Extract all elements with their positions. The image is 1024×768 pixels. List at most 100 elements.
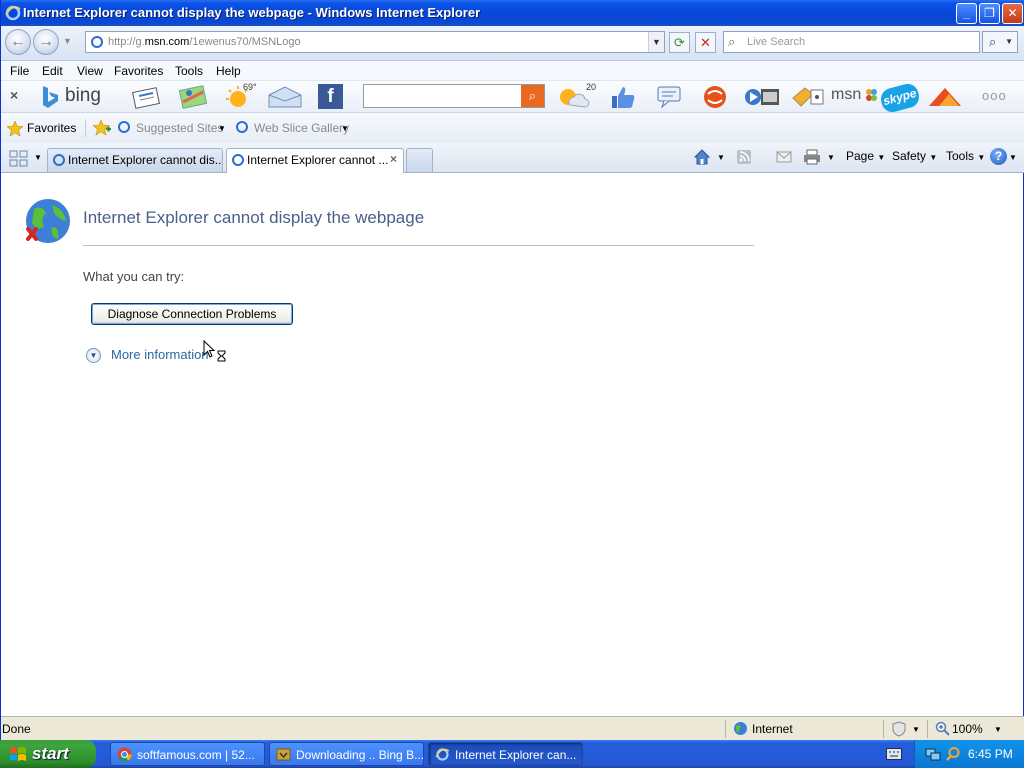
- forward-button[interactable]: →: [33, 29, 59, 55]
- close-toolbar-icon[interactable]: ×: [10, 87, 18, 103]
- games-icon[interactable]: [925, 84, 965, 110]
- title-bar[interactable]: Internet Explorer cannot display the web…: [1, 0, 1024, 26]
- back-button[interactable]: ←: [5, 29, 31, 55]
- menu-tools[interactable]: Tools: [175, 64, 203, 78]
- internet-zone-icon: [734, 722, 747, 735]
- facebook-icon[interactable]: f: [318, 84, 343, 109]
- menu-help[interactable]: Help: [216, 64, 241, 78]
- like-thumb-icon[interactable]: [607, 84, 639, 110]
- close-tab-icon[interactable]: ×: [390, 152, 397, 166]
- feeds-icon[interactable]: [736, 149, 752, 165]
- status-bar: Done Internet ▼ 100% ▼: [1, 716, 1024, 740]
- zoom-dropdown-icon[interactable]: ▼: [994, 725, 1002, 734]
- shopping-icon[interactable]: [789, 84, 827, 110]
- favorites-bar: Favorites Suggested Sites ▼ Web Slice Ga…: [1, 113, 1024, 143]
- news-icon[interactable]: [131, 84, 163, 110]
- address-field[interactable]: http://g.msn.com/1ewenus70/MSNLogo ▼: [85, 31, 665, 53]
- refresh-icon[interactable]: ⟳: [669, 32, 690, 53]
- bing-logo[interactable]: bing: [41, 84, 107, 110]
- chat-bubbles-icon[interactable]: [655, 85, 685, 109]
- tray-search-icon[interactable]: [945, 746, 961, 762]
- more-information-link[interactable]: More information: [111, 347, 209, 362]
- taskbar-item-label: Internet Explorer can...: [455, 748, 577, 762]
- status-text: Done: [2, 722, 31, 736]
- search-input[interactable]: ⌕ Live Search: [723, 31, 980, 53]
- favbar-divider: [85, 119, 86, 137]
- tab-1-label: Internet Explorer cannot dis...: [68, 153, 223, 167]
- search-options-dropdown-icon[interactable]: ▼: [1005, 32, 1013, 52]
- taskbar-item-downloading[interactable]: Downloading .. Bing B...: [269, 742, 424, 766]
- print-dropdown-icon[interactable]: ▼: [827, 153, 835, 162]
- web-slice-dropdown-icon[interactable]: ▼: [341, 124, 349, 133]
- tab-ie-icon: [53, 154, 65, 166]
- protected-mode-icon[interactable]: [891, 721, 907, 737]
- more-tools-icon[interactable]: ooo: [982, 88, 1007, 103]
- menu-edit[interactable]: Edit: [42, 64, 63, 78]
- tools-menu[interactable]: Tools ▼: [946, 149, 985, 163]
- new-tab-button[interactable]: [406, 148, 433, 172]
- weather-partly-sunny-icon[interactable]: [554, 83, 590, 111]
- read-mail-icon[interactable]: [776, 150, 792, 164]
- status-divider: [725, 720, 726, 738]
- start-button[interactable]: start: [0, 740, 96, 768]
- zoom-level[interactable]: 100%: [952, 722, 983, 736]
- msn-butterfly-icon: [866, 89, 877, 101]
- skype-icon[interactable]: skype: [878, 81, 922, 115]
- minimize-button[interactable]: _: [956, 3, 977, 24]
- bing-search-go-icon[interactable]: ⌕: [521, 85, 544, 107]
- help-dropdown-icon[interactable]: ▼: [1009, 153, 1017, 162]
- maps-icon[interactable]: [177, 84, 209, 110]
- address-toolbar: ← → ▼ http://g.msn.com/1ewenus70/MSNLogo…: [1, 26, 1024, 61]
- status-divider: [883, 720, 884, 738]
- taskbar-item-softfamous[interactable]: softfamous.com | 52...: [110, 742, 265, 766]
- home-icon[interactable]: [693, 148, 711, 166]
- taskbar-item-label: softfamous.com | 52...: [137, 748, 255, 762]
- protected-mode-dropdown-icon[interactable]: ▼: [912, 725, 920, 734]
- download-app-icon: [276, 748, 291, 761]
- page-menu[interactable]: Page ▼: [846, 149, 885, 163]
- tab-list-dropdown-icon[interactable]: ▼: [34, 153, 42, 162]
- menu-bar: File Edit View Favorites Tools Help: [1, 61, 1024, 81]
- security-zone-label[interactable]: Internet: [752, 722, 793, 736]
- print-icon[interactable]: [803, 149, 821, 165]
- restore-button[interactable]: ❐: [979, 3, 1000, 24]
- help-icon[interactable]: ?: [990, 148, 1007, 165]
- taskbar-item-internet-explorer[interactable]: Internet Explorer can...: [428, 742, 583, 766]
- tab-2[interactable]: Internet Explorer cannot ... ×: [226, 148, 404, 173]
- diagnose-connection-button[interactable]: Diagnose Connection Problems: [91, 303, 293, 325]
- web-slice-gallery-link[interactable]: Web Slice Gallery: [254, 121, 349, 135]
- safety-menu[interactable]: Safety ▼: [892, 149, 937, 163]
- window-title: Internet Explorer cannot display the web…: [23, 5, 481, 20]
- title-divider: [83, 245, 754, 246]
- bing-search-input[interactable]: ⌕: [363, 84, 545, 108]
- search-button[interactable]: ⌕ ▼: [982, 31, 1018, 53]
- menu-view[interactable]: View: [77, 64, 103, 78]
- msn-logo[interactable]: msn: [831, 86, 877, 106]
- recent-pages-dropdown-icon[interactable]: ▼: [63, 36, 72, 46]
- tab-row: ▼ Internet Explorer cannot dis... Intern…: [1, 143, 1024, 173]
- tab-ie-icon: [232, 154, 244, 166]
- quick-tabs-icon[interactable]: [9, 150, 29, 168]
- entertainment-icon[interactable]: [701, 84, 729, 110]
- error-title: Internet Explorer cannot display the web…: [83, 208, 425, 227]
- zoom-icon[interactable]: [935, 721, 951, 737]
- expand-chevron-icon[interactable]: ▼: [86, 348, 101, 363]
- suggested-sites-link[interactable]: Suggested Sites: [136, 121, 223, 135]
- stop-icon[interactable]: ✕: [695, 32, 716, 53]
- suggested-sites-dropdown-icon[interactable]: ▼: [218, 124, 226, 133]
- keyboard-icon[interactable]: [886, 748, 902, 760]
- favorites-button[interactable]: Favorites: [27, 121, 76, 135]
- address-url: http://g.msn.com/1ewenus70/MSNLogo: [108, 36, 301, 48]
- menu-favorites[interactable]: Favorites: [114, 64, 163, 78]
- mail-icon[interactable]: [267, 85, 303, 109]
- tab-1[interactable]: Internet Explorer cannot dis...: [47, 148, 223, 172]
- network-icon[interactable]: [925, 746, 941, 762]
- close-button[interactable]: ✕: [1002, 3, 1023, 24]
- add-favorites-icon[interactable]: [93, 120, 111, 136]
- system-tray: 6:45 PM: [914, 740, 1024, 768]
- video-icon[interactable]: [743, 83, 781, 111]
- home-dropdown-icon[interactable]: ▼: [717, 153, 725, 162]
- bing-toolbar: × bing 69° f ⌕ 20 msn skype ooo: [1, 81, 1024, 115]
- address-dropdown-icon[interactable]: ▼: [648, 32, 664, 52]
- menu-file[interactable]: File: [10, 64, 29, 78]
